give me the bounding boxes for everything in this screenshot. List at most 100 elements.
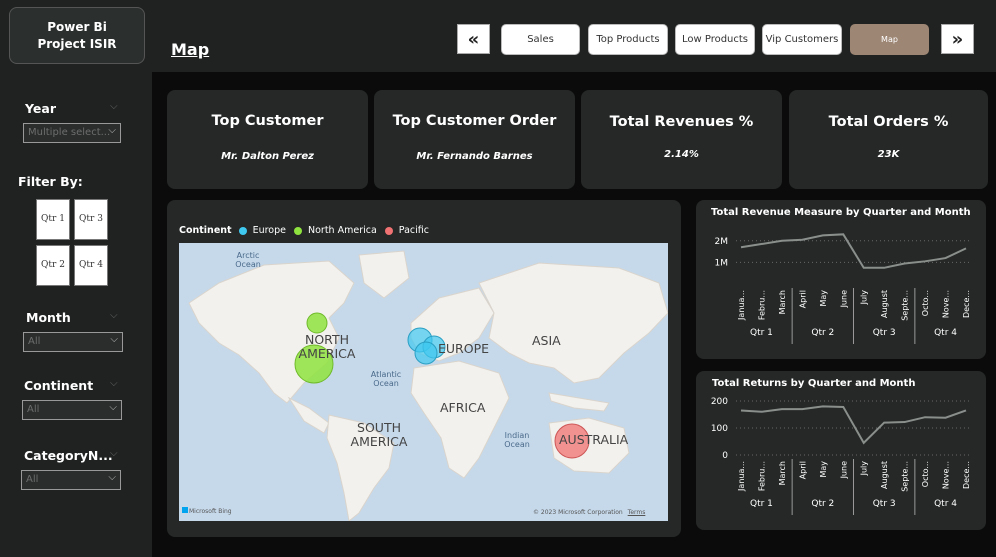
chevron-down-icon[interactable]: ⌵ [110, 310, 118, 321]
revenue-line-chart[interactable]: 2M 1M Janua... Febru... March April May June Jul… [696, 222, 986, 359]
x-tick-label: August [880, 461, 889, 489]
x-tick-label: April [798, 461, 807, 479]
dropdown-arrow-icon: ⌵ [108, 472, 116, 483]
kpi-card-total-revenues: Total Revenues % 2.14% [581, 90, 782, 189]
x-tick-label: Octo... [921, 290, 930, 316]
x-tick-label: April [798, 290, 807, 308]
map-copyright: © 2023 Microsoft Corporation Terms [533, 509, 645, 516]
chevron-down-icon[interactable]: ⌵ [110, 448, 118, 459]
quarter-label: Qtr 2 [811, 328, 834, 338]
returns-line-chart[interactable]: 200 100 0 Janua... Febru... March April May June… [696, 393, 986, 530]
kpi-value: 23K [877, 149, 900, 160]
y-tick-label: 1M [715, 258, 729, 268]
qtr-4-tile[interactable]: Qtr 4 [74, 245, 108, 286]
x-tick-label: Septe... [901, 290, 910, 321]
month-label: Month [26, 310, 71, 325]
nav-sales-button[interactable]: Sales [501, 24, 580, 55]
legend-title: Continent [179, 225, 232, 236]
year-dropdown[interactable]: Multiple select... ⌵ [23, 123, 121, 143]
x-tick-label: Febru... [757, 290, 766, 320]
next-page-button[interactable]: » [941, 24, 974, 54]
qtr-1-tile[interactable]: Qtr 1 [36, 199, 70, 240]
bing-logo-icon [182, 507, 188, 513]
quarter-label: Qtr 2 [811, 499, 834, 509]
x-tick-label: July [860, 290, 869, 306]
nav-label: Map [881, 35, 898, 44]
double-chevron-left-icon: « [467, 28, 480, 50]
kpi-value: Mr. Fernando Barnes [416, 151, 533, 162]
continent-dropdown[interactable]: All ⌵ [22, 400, 122, 420]
quarter-label: Qtr 1 [750, 499, 773, 509]
month-dropdown[interactable]: All ⌵ [23, 332, 123, 352]
nav-label: Top Products [596, 34, 660, 45]
x-tick-label: Janua... [737, 290, 746, 321]
bubble-north-america-small [306, 312, 328, 334]
kpi-card-total-orders: Total Orders % 23K [789, 90, 988, 189]
world-map[interactable] [179, 243, 668, 521]
terms-link[interactable]: Terms [628, 509, 646, 516]
bing-attribution-text: Microsoft Bing [189, 508, 232, 515]
x-tick-label: March [778, 461, 787, 485]
x-tick-label: Nove... [942, 461, 951, 489]
legend-north-america: North America [308, 225, 377, 236]
x-tick-label: Febru... [757, 461, 766, 491]
kpi-card-top-customer: Top Customer Mr. Dalton Perez [167, 90, 368, 189]
year-value: Multiple select... [28, 127, 111, 138]
world-map-svg[interactable] [179, 243, 668, 521]
kpi-title: Total Revenues % [609, 114, 754, 130]
y-tick-label: 100 [711, 424, 728, 434]
nav-map-button[interactable]: Map [850, 24, 929, 55]
dropdown-arrow-icon: ⌵ [110, 334, 118, 345]
x-tick-label: Dece... [962, 290, 971, 318]
quarter-label: Qtr 3 [873, 328, 896, 338]
project-title: Power Bi Project ISIR [37, 19, 117, 51]
map-legend: Continent Europe North America Pacific [179, 225, 429, 236]
category-label: CategoryN... [24, 448, 113, 463]
previous-page-button[interactable]: « [457, 24, 490, 54]
y-tick-label: 200 [711, 397, 728, 407]
map-label-asia: ASIA [532, 333, 561, 348]
nav-label: Low Products [681, 34, 749, 45]
x-tick-label: Janua... [737, 461, 746, 492]
map-label-south-america: SOUTH AMERICA [350, 420, 408, 449]
chevron-down-icon[interactable]: ⌵ [110, 101, 118, 112]
kpi-value: Mr. Dalton Perez [221, 151, 314, 162]
legend-north-america-dot [294, 226, 302, 235]
x-tick-label: June [839, 290, 848, 309]
year-label: Year [25, 101, 56, 116]
quarter-label: Qtr 4 [934, 499, 957, 509]
x-tick-label: May [819, 461, 828, 478]
legend-pacific: Pacific [398, 225, 429, 236]
dropdown-arrow-icon: ⌵ [108, 125, 116, 136]
x-tick-label: Nove... [942, 290, 951, 318]
y-tick-label: 2M [715, 237, 729, 247]
map-label-indian: Indian Ocean [504, 431, 530, 449]
x-tick-label: June [839, 461, 848, 480]
continent-label: Continent [24, 378, 94, 393]
quarter-label: Qtr 3 [873, 499, 896, 509]
qtr-label: Qtr 2 [41, 260, 65, 270]
x-tick-label: May [819, 290, 828, 307]
quarter-label: Qtr 1 [750, 328, 773, 338]
qtr-3-tile[interactable]: Qtr 3 [74, 199, 108, 240]
copyright-text: © 2023 Microsoft Corporation [533, 509, 623, 516]
nav-low-products-button[interactable]: Low Products [675, 24, 755, 55]
revenue-chart-title: Total Revenue Measure by Quarter and Mon… [711, 207, 971, 218]
nav-top-products-button[interactable]: Top Products [588, 24, 668, 55]
category-dropdown[interactable]: All ⌵ [21, 470, 121, 490]
kpi-title: Total Orders % [828, 114, 949, 130]
nav-vip-customers-button[interactable]: Vip Customers [762, 24, 842, 55]
map-label-north-america: NORTH AMERICA [298, 332, 356, 361]
bubble-europe-3 [414, 341, 438, 365]
qtr-2-tile[interactable]: Qtr 2 [36, 245, 70, 286]
kpi-title: Top Customer Order [392, 113, 557, 129]
legend-pacific-dot [384, 226, 393, 235]
x-tick-label: March [778, 290, 787, 314]
map-label-atlantic: Atlantic Ocean [370, 370, 402, 388]
chevron-down-icon[interactable]: ⌵ [110, 378, 118, 389]
qtr-label: Qtr 4 [79, 260, 103, 270]
returns-chart-title: Total Returns by Quarter and Month [712, 378, 916, 389]
page-title: Map [171, 40, 210, 59]
legend-europe: Europe [252, 225, 286, 236]
kpi-card-top-customer-order: Top Customer Order Mr. Fernando Barnes [374, 90, 575, 189]
